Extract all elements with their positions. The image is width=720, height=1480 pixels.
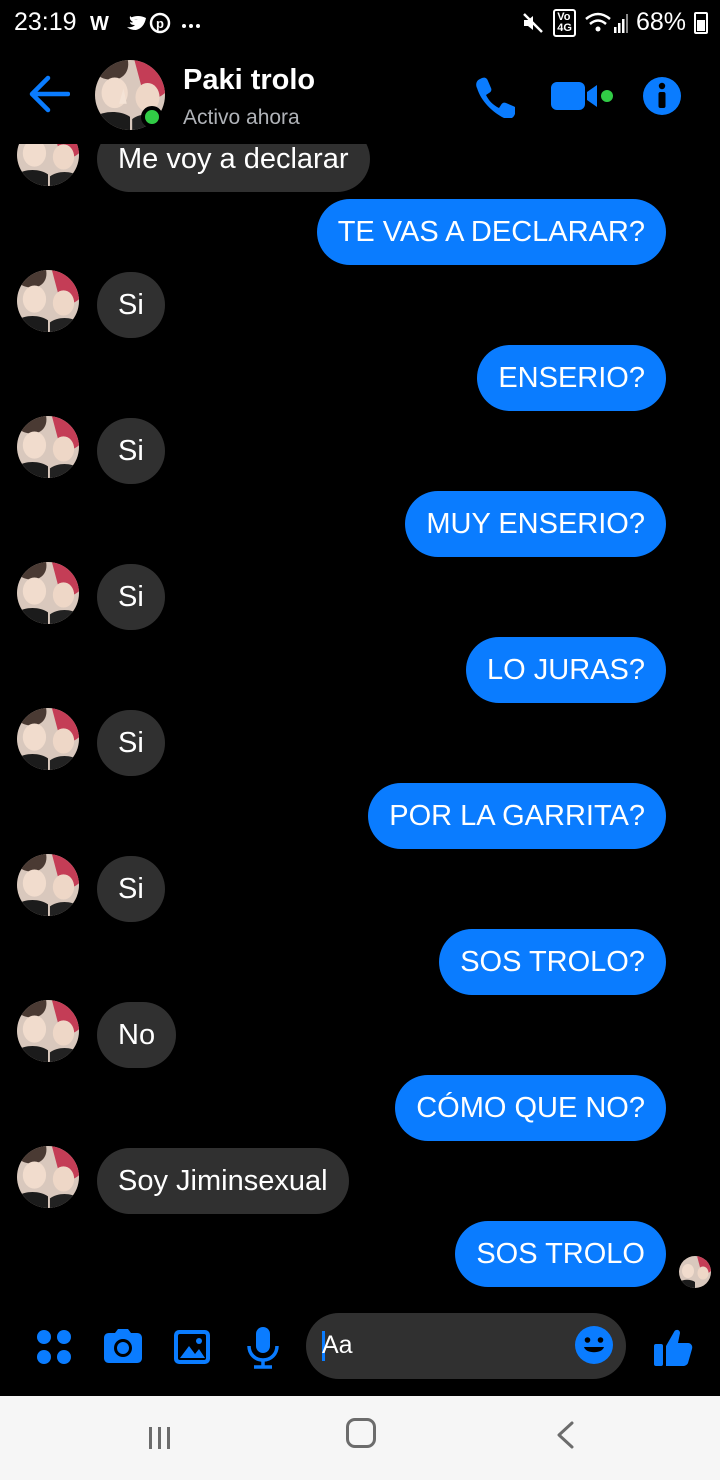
- message-input-placeholder: Aa: [322, 1331, 353, 1359]
- home-button-icon[interactable]: [346, 1418, 376, 1448]
- incoming-message-bubble[interactable]: Si: [97, 418, 165, 484]
- notification-icons: W p: [90, 12, 200, 34]
- incoming-message-bubble[interactable]: Si: [97, 564, 165, 630]
- outgoing-message-bubble[interactable]: CÓMO QUE NO?: [395, 1075, 666, 1141]
- message-sender-avatar[interactable]: [17, 562, 79, 624]
- info-icon[interactable]: [641, 74, 683, 118]
- message-sender-avatar[interactable]: [17, 1000, 79, 1062]
- message-sender-avatar[interactable]: [17, 708, 79, 770]
- outgoing-message-bubble[interactable]: LO JURAS?: [466, 637, 666, 703]
- outgoing-message-bubble[interactable]: ENSERIO?: [477, 345, 666, 411]
- svg-text:W: W: [90, 13, 109, 34]
- message-sender-avatar[interactable]: [17, 1146, 79, 1208]
- gallery-icon[interactable]: [170, 1324, 216, 1370]
- conversation-header: Paki trolo Activo ahora: [0, 44, 720, 144]
- status-right-icons: Vo 4G 68%: [521, 8, 708, 37]
- system-back-icon[interactable]: [554, 1420, 576, 1450]
- back-arrow-icon[interactable]: [28, 74, 70, 114]
- wifi-signal-icon: [585, 12, 628, 33]
- contact-name[interactable]: Paki trolo: [183, 64, 315, 97]
- incoming-message-bubble[interactable]: Soy Jiminsexual: [97, 1148, 349, 1214]
- seen-receipt-avatar: [679, 1256, 711, 1288]
- status-time: 23:19: [14, 8, 77, 36]
- emoji-icon[interactable]: [574, 1325, 614, 1365]
- outgoing-message-bubble[interactable]: SOS TROLO?: [439, 929, 666, 995]
- battery-icon: [694, 11, 708, 34]
- contact-status: Activo ahora: [183, 106, 300, 129]
- battery-percent: 68%: [635, 8, 686, 36]
- incoming-message-bubble[interactable]: Si: [97, 272, 165, 338]
- message-sender-avatar[interactable]: [17, 416, 79, 478]
- outgoing-message-bubble[interactable]: MUY ENSERIO?: [405, 491, 666, 557]
- camera-icon[interactable]: [100, 1324, 146, 1370]
- outgoing-message-bubble[interactable]: SOS TROLO: [455, 1221, 666, 1287]
- thumbs-up-icon[interactable]: [652, 1324, 694, 1370]
- status-bar: 23:19 W p Vo 4G 68%: [0, 0, 720, 44]
- message-composer: Aa: [0, 1300, 720, 1396]
- mute-icon: [523, 12, 544, 33]
- menu-dots-icon[interactable]: [32, 1324, 78, 1370]
- phone-call-icon[interactable]: [473, 74, 515, 118]
- outgoing-message-bubble[interactable]: TE VAS A DECLARAR?: [316, 199, 666, 265]
- svg-text:p: p: [156, 16, 164, 31]
- incoming-message-bubble[interactable]: Si: [97, 856, 165, 922]
- incoming-message-bubble[interactable]: No: [97, 1002, 177, 1068]
- recent-apps-icon[interactable]: [146, 1424, 174, 1452]
- message-input[interactable]: Aa: [306, 1313, 626, 1379]
- microphone-icon[interactable]: [240, 1324, 286, 1370]
- message-sender-avatar[interactable]: [17, 854, 79, 916]
- outgoing-message-bubble[interactable]: POR LA GARRITA?: [368, 783, 666, 849]
- message-sender-avatar[interactable]: [17, 270, 79, 332]
- incoming-message-bubble[interactable]: Si: [97, 710, 165, 776]
- video-call-icon[interactable]: [551, 74, 615, 118]
- online-indicator: [141, 106, 163, 128]
- volte-icon: Vo 4G: [553, 8, 576, 37]
- system-navigation-bar: [0, 1396, 720, 1480]
